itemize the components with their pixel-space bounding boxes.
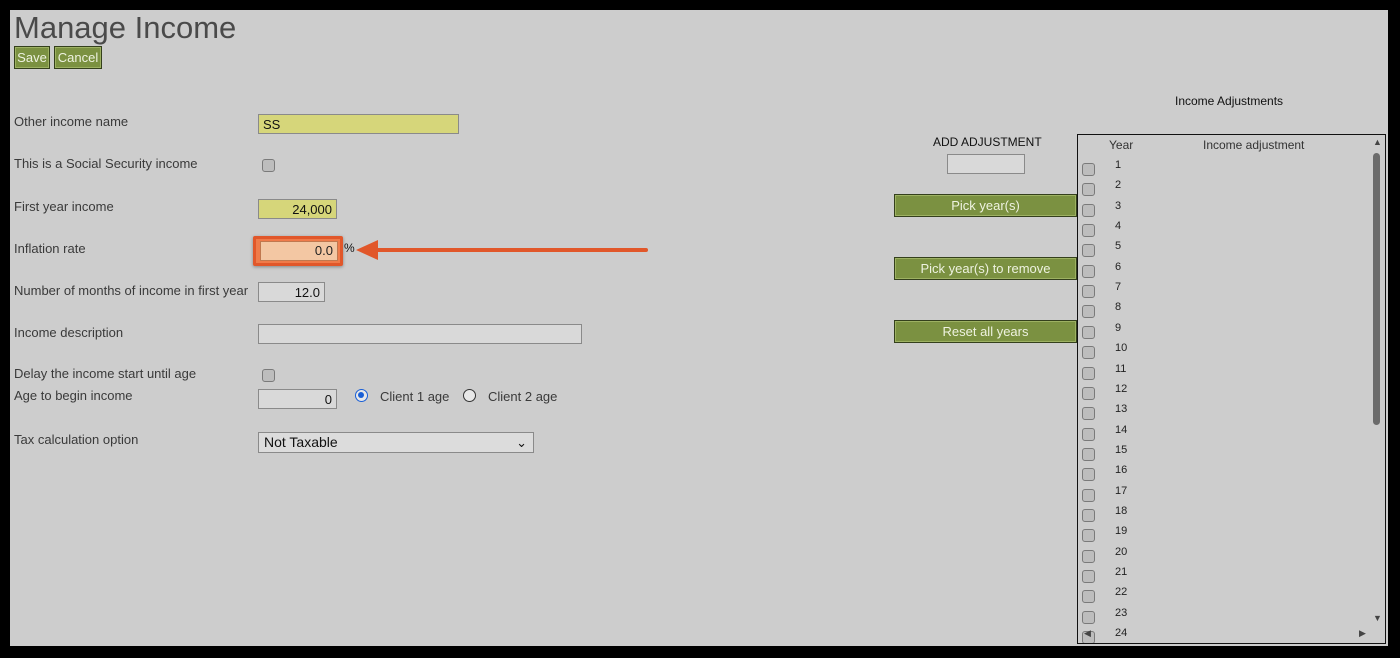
year-row-label: 6 bbox=[1115, 260, 1122, 273]
client2-age-label: Client 2 age bbox=[488, 389, 558, 404]
year-row-label: 5 bbox=[1115, 240, 1122, 253]
year-row-label: 3 bbox=[1115, 199, 1122, 212]
year-row-label: 21 bbox=[1115, 566, 1128, 578]
year-row-label: 24 bbox=[1115, 627, 1128, 640]
year-row-label: 20 bbox=[1115, 545, 1128, 558]
tax-option-label: Tax calculation option bbox=[14, 432, 139, 447]
year-row-label: 4 bbox=[1115, 220, 1122, 233]
other-income-name-input[interactable] bbox=[258, 114, 459, 134]
scroll-up-icon[interactable]: ▲ bbox=[1373, 137, 1382, 147]
year-row-label: 9 bbox=[1115, 321, 1122, 334]
year-row-label: 12 bbox=[1115, 382, 1128, 395]
year-row-label: 14 bbox=[1115, 423, 1128, 436]
cancel-button[interactable]: Cancel bbox=[54, 46, 102, 69]
year-row-checkbox[interactable] bbox=[1082, 224, 1095, 238]
year-column-header: Year bbox=[1109, 138, 1134, 152]
client1-age-radio[interactable] bbox=[355, 389, 368, 402]
year-row-checkbox[interactable] bbox=[1082, 529, 1095, 543]
social-security-checkbox[interactable] bbox=[262, 159, 275, 172]
delay-start-checkbox[interactable] bbox=[262, 369, 275, 382]
year-row-checkbox[interactable] bbox=[1082, 468, 1095, 482]
vertical-scrollbar[interactable]: ▲ ▼ bbox=[1371, 137, 1383, 627]
social-security-label: This is a Social Security income bbox=[14, 156, 198, 171]
year-row-checkbox[interactable] bbox=[1082, 549, 1095, 563]
year-row-label: 8 bbox=[1115, 301, 1122, 314]
page-title: Manage Income bbox=[14, 10, 237, 45]
income-description-label: Income description bbox=[14, 325, 124, 340]
inflation-rate-label: Inflation rate bbox=[14, 241, 86, 256]
add-adjustment-label: ADD ADJUSTMENT bbox=[933, 135, 1042, 149]
months-first-year-label: Number of months of income in first year bbox=[14, 283, 249, 298]
income-description-input[interactable] bbox=[258, 324, 582, 344]
year-row-checkbox[interactable] bbox=[1082, 447, 1095, 461]
year-row-label: 1 bbox=[1115, 159, 1122, 171]
year-row-label: 11 bbox=[1115, 362, 1127, 375]
age-to-begin-label: Age to begin income bbox=[14, 388, 133, 403]
other-income-name-label: Other income name bbox=[14, 114, 129, 129]
year-row-label: 16 bbox=[1115, 464, 1128, 477]
age-to-begin-input[interactable] bbox=[258, 389, 337, 409]
client1-age-label: Client 1 age bbox=[380, 389, 450, 404]
manage-income-window: Manage Income Save Cancel Other income n… bbox=[10, 10, 1388, 646]
year-row-checkbox[interactable] bbox=[1082, 590, 1095, 604]
year-row-label: 13 bbox=[1115, 403, 1128, 416]
year-row-label: 7 bbox=[1115, 281, 1122, 294]
pick-years-button[interactable]: Pick year(s) bbox=[894, 194, 1077, 217]
year-row-label: 19 bbox=[1115, 525, 1128, 538]
scroll-down-icon[interactable]: ▼ bbox=[1373, 613, 1382, 623]
tax-option-value: Not Taxable bbox=[264, 434, 338, 450]
year-row-checkbox[interactable] bbox=[1082, 285, 1095, 299]
year-row-label: 22 bbox=[1115, 586, 1128, 599]
year-row-checkbox[interactable] bbox=[1082, 508, 1095, 522]
pick-years-remove-button[interactable]: Pick year(s) to remove bbox=[894, 257, 1077, 280]
year-row-checkbox[interactable] bbox=[1082, 386, 1095, 400]
add-adjustment-input[interactable] bbox=[947, 154, 1025, 174]
scroll-left-icon[interactable]: ◀ bbox=[1084, 628, 1091, 639]
chevron-down-icon: ⌄ bbox=[516, 435, 527, 450]
year-row-checkbox[interactable] bbox=[1082, 346, 1095, 360]
income-adjustments-list[interactable]: Year Income adjustment 1 2 3 4 5 6 7 8 9 10 11 12 13… bbox=[1077, 134, 1386, 644]
months-first-year-input[interactable] bbox=[258, 282, 325, 302]
year-row-checkbox[interactable] bbox=[1082, 244, 1095, 258]
year-row-checkbox[interactable] bbox=[1082, 488, 1095, 502]
save-button[interactable]: Save bbox=[14, 46, 50, 69]
tax-option-select[interactable]: Not Taxable ⌄ bbox=[258, 432, 534, 453]
year-row-label: 15 bbox=[1115, 443, 1128, 456]
year-row-label: 18 bbox=[1115, 504, 1128, 517]
year-row-checkbox[interactable] bbox=[1082, 366, 1095, 380]
year-row-checkbox[interactable] bbox=[1082, 427, 1095, 441]
year-row-checkbox[interactable] bbox=[1082, 610, 1095, 624]
year-row-label: 23 bbox=[1115, 606, 1128, 619]
income-adjustment-column-header: Income adjustment bbox=[1203, 138, 1305, 152]
year-row-checkbox[interactable] bbox=[1082, 407, 1095, 421]
year-row-label: 17 bbox=[1115, 484, 1128, 497]
year-row-label: 2 bbox=[1115, 179, 1122, 192]
year-row-checkbox[interactable] bbox=[1082, 570, 1095, 583]
reset-all-years-button[interactable]: Reset all years bbox=[894, 320, 1077, 343]
year-row-checkbox[interactable] bbox=[1082, 264, 1095, 278]
year-row-checkbox[interactable] bbox=[1082, 163, 1095, 176]
year-row-checkbox[interactable] bbox=[1082, 203, 1095, 217]
income-adjustments-title: Income Adjustments bbox=[1175, 94, 1284, 108]
delay-start-label: Delay the income start until age bbox=[14, 366, 197, 381]
inflation-rate-input[interactable]: 0.0 bbox=[260, 241, 338, 261]
scrollbar-thumb[interactable] bbox=[1373, 153, 1380, 425]
year-row-checkbox[interactable] bbox=[1082, 325, 1095, 339]
year-row-checkbox[interactable] bbox=[1082, 183, 1095, 197]
first-year-income-input[interactable] bbox=[258, 199, 337, 219]
scroll-right-icon[interactable]: ▶ bbox=[1359, 628, 1366, 639]
year-row-checkbox[interactable] bbox=[1082, 305, 1095, 319]
first-year-income-label: First year income bbox=[14, 199, 114, 214]
year-row-label: 10 bbox=[1115, 342, 1128, 355]
client2-age-radio[interactable] bbox=[463, 389, 476, 402]
annotation-arrow-icon bbox=[356, 240, 648, 260]
